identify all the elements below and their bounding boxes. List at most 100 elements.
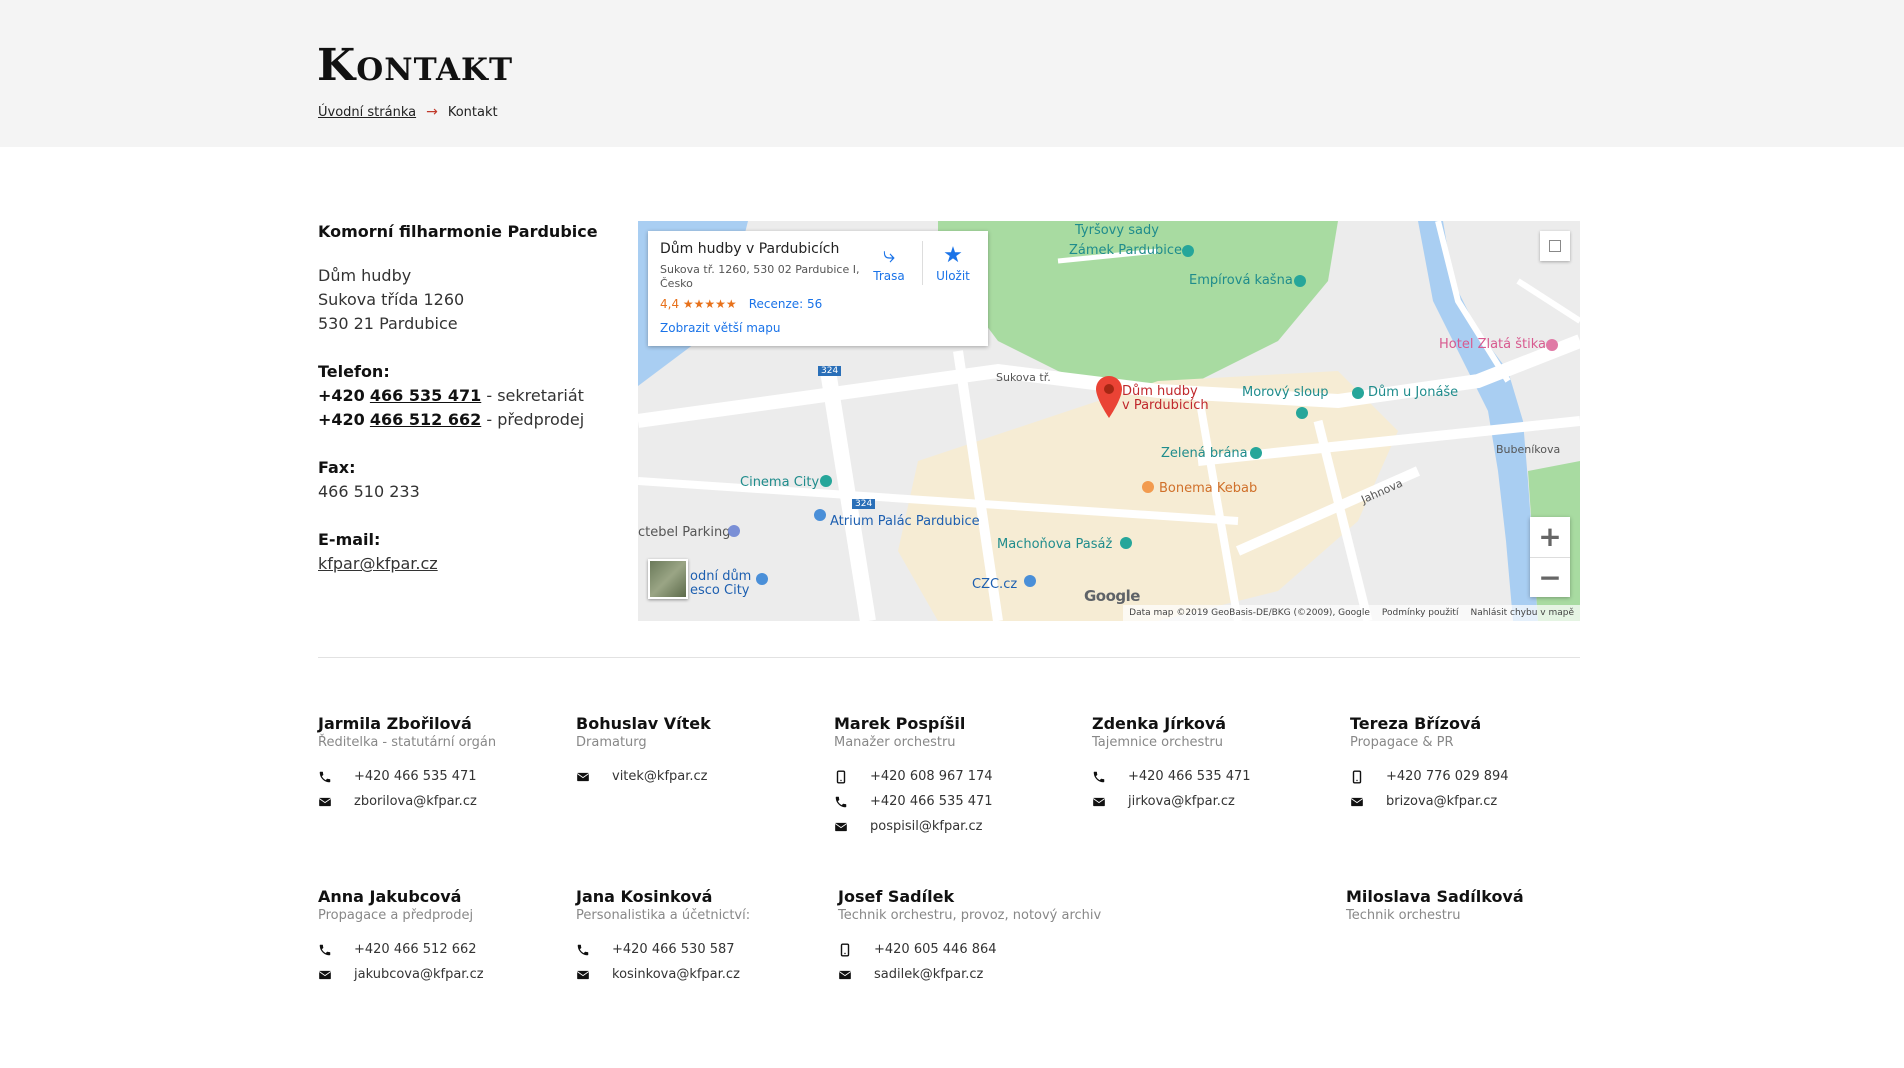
breadcrumb-home-link[interactable]: Úvodní stránka bbox=[318, 105, 416, 120]
phone-note: - předprodej bbox=[481, 410, 585, 429]
staff-email-link[interactable]: pospisil@kfpar.cz bbox=[870, 819, 982, 834]
fullscreen-icon bbox=[1549, 240, 1561, 252]
terms-link[interactable]: Podmínky použití bbox=[1382, 608, 1459, 618]
staff-email-row: pospisil@kfpar.cz bbox=[834, 814, 993, 839]
gate-pin-icon[interactable] bbox=[1250, 447, 1262, 459]
fountain-pin-icon[interactable] bbox=[1294, 275, 1306, 287]
contact-info: Komorní filharmonie Pardubice Dům hudby … bbox=[318, 220, 618, 600]
staff-email-link[interactable]: zborilova@kfpar.cz bbox=[354, 794, 477, 809]
restaurant-pin-icon[interactable] bbox=[1142, 481, 1154, 493]
page-title: Kontakt bbox=[317, 40, 514, 91]
staff-name: Bohuslav Vítek bbox=[576, 714, 711, 733]
staff-phone-link[interactable]: +420 608 967 174 bbox=[870, 769, 993, 784]
staff-card: Marek Pospíšil Manažer orchestru +420 608 … bbox=[834, 714, 993, 839]
staff-phone-link[interactable]: +420 605 446 864 bbox=[874, 942, 997, 957]
phone-line: +420 466 535 471 - sekretariát bbox=[318, 384, 618, 408]
cinema-pin-icon[interactable] bbox=[820, 475, 832, 487]
staff-email-link[interactable]: jakubcova@kfpar.cz bbox=[354, 967, 484, 982]
phone-link[interactable]: 466 535 471 bbox=[370, 386, 481, 405]
mail-icon bbox=[834, 820, 870, 834]
bigger-map-link[interactable]: Zobrazit větší mapu bbox=[660, 321, 976, 335]
staff-email-row: vitek@kfpar.cz bbox=[576, 764, 711, 789]
electronics-pin-icon[interactable] bbox=[1024, 575, 1036, 587]
map-label: odní dům bbox=[690, 569, 752, 584]
staff-card: Tereza Břízová Propagace & PR +420 776 029… bbox=[1350, 714, 1509, 814]
card-divider bbox=[922, 241, 923, 285]
reviews-link[interactable]: Recenze: 56 bbox=[749, 297, 823, 311]
monument-pin-icon[interactable] bbox=[1296, 407, 1308, 419]
map-label: Atrium Palác Pardubice bbox=[830, 514, 980, 529]
phone-icon bbox=[318, 943, 354, 957]
google-logo: Google bbox=[1084, 587, 1140, 605]
map-label: Zámek Pardubice bbox=[1069, 243, 1183, 258]
mail-icon bbox=[318, 795, 354, 809]
map-label: Morový sloup bbox=[1242, 385, 1329, 400]
embedded-map[interactable]: Dům hudby v Pardubicích Sukova tř. 1260,… bbox=[638, 221, 1580, 621]
save-button[interactable]: ★ Uložit bbox=[928, 243, 978, 283]
zoom-out-button[interactable]: − bbox=[1530, 558, 1570, 598]
store-pin-icon[interactable] bbox=[756, 573, 768, 585]
road-number-badge: 324 bbox=[852, 499, 876, 509]
staff-email-link[interactable]: vitek@kfpar.cz bbox=[612, 769, 708, 784]
staff-card: Anna Jakubcová Propagace a předprodej +420… bbox=[318, 887, 484, 987]
staff-card: Zdenka Jírková Tajemnice orchestru +420 46… bbox=[1092, 714, 1251, 814]
fax-block: Fax: 466 510 233 bbox=[318, 456, 618, 504]
report-link[interactable]: Nahlásit chybu v mapě bbox=[1470, 608, 1574, 618]
phone-prefix: +420 bbox=[318, 410, 365, 429]
fax-value: 466 510 233 bbox=[318, 482, 420, 501]
map-label: CZC.cz bbox=[972, 577, 1018, 592]
address-line: Dům hudby bbox=[318, 266, 412, 285]
staff-email-link[interactable]: kosinkova@kfpar.cz bbox=[612, 967, 740, 982]
staff-phone-row: +420 466 535 471 bbox=[1092, 764, 1251, 789]
staff-name: Jana Kosinková bbox=[576, 887, 713, 906]
staff-phone-link[interactable]: +420 466 535 471 bbox=[1128, 769, 1251, 784]
staff-role: Propagace & PR bbox=[1350, 735, 1454, 750]
map-label: ctebel Parking bbox=[638, 525, 731, 540]
staff-phone-link[interactable]: +420 466 535 471 bbox=[354, 769, 477, 784]
map-data-credit: Data map ©2019 GeoBasis-DE/BKG (©2009), … bbox=[1129, 608, 1370, 618]
staff-phone-link[interactable]: +420 466 512 662 bbox=[354, 942, 477, 957]
breadcrumb-arrow-icon: → bbox=[426, 104, 438, 120]
staff-phone-link[interactable]: +420 466 530 587 bbox=[612, 942, 735, 957]
staff-role: Technik orchestru bbox=[1346, 908, 1461, 923]
staff-email-link[interactable]: jirkova@kfpar.cz bbox=[1128, 794, 1235, 809]
zoom-in-button[interactable]: + bbox=[1530, 517, 1570, 557]
satellite-toggle[interactable] bbox=[648, 559, 688, 599]
location-pin-icon[interactable] bbox=[1096, 376, 1122, 418]
map-label: Hotel Zlatá štika bbox=[1439, 337, 1546, 352]
phone-prefix: +420 bbox=[318, 386, 365, 405]
phone-note: - sekretariát bbox=[481, 386, 584, 405]
save-label: Uložit bbox=[936, 269, 970, 283]
staff-name: Anna Jakubcová bbox=[318, 887, 462, 906]
street-label: Bubeníkova bbox=[1496, 443, 1561, 456]
mobile-icon bbox=[838, 942, 874, 957]
phone-link[interactable]: 466 512 662 bbox=[370, 410, 481, 429]
castle-pin-icon[interactable] bbox=[1182, 245, 1194, 257]
passage-pin-icon[interactable] bbox=[1120, 537, 1132, 549]
staff-card: Jarmila Zbořilová Ředitelka - statutární … bbox=[318, 714, 496, 814]
staff-role: Technik orchestru, provoz, notový archiv bbox=[838, 908, 1102, 923]
staff-email-link[interactable]: brizova@kfpar.cz bbox=[1386, 794, 1497, 809]
map-label: esco City bbox=[690, 583, 750, 598]
staff-email-link[interactable]: sadilek@kfpar.cz bbox=[874, 967, 983, 982]
staff-role: Propagace a předprodej bbox=[318, 908, 474, 923]
parking-pin-icon[interactable] bbox=[728, 525, 740, 537]
route-button[interactable]: ⤷ Trasa bbox=[864, 243, 914, 283]
map-label: Zelená brána bbox=[1161, 446, 1248, 461]
email-link[interactable]: kfpar@kfpar.cz bbox=[318, 554, 438, 573]
phone-icon bbox=[834, 795, 870, 809]
staff-card: Bohuslav Vítek Dramaturg vitek@kfpar.cz bbox=[576, 714, 711, 789]
fullscreen-button[interactable] bbox=[1540, 231, 1570, 261]
shop-pin-icon[interactable] bbox=[814, 509, 826, 521]
staff-phone-row: +420 466 512 662 bbox=[318, 937, 484, 962]
staff-email-row: jirkova@kfpar.cz bbox=[1092, 789, 1251, 814]
staff-name: Miloslava Sadílková bbox=[1346, 887, 1524, 906]
org-name: Komorní filharmonie Pardubice bbox=[318, 222, 598, 241]
staff-phone-row: +420 605 446 864 bbox=[838, 937, 1101, 962]
staff-phone-link[interactable]: +420 776 029 894 bbox=[1386, 769, 1509, 784]
hotel-pin-icon[interactable] bbox=[1546, 339, 1558, 351]
phone-line: +420 466 512 662 - předprodej bbox=[318, 408, 618, 432]
mobile-icon bbox=[834, 769, 870, 784]
staff-phone-link[interactable]: +420 466 535 471 bbox=[870, 794, 993, 809]
museum-pin-icon[interactable] bbox=[1352, 387, 1364, 399]
